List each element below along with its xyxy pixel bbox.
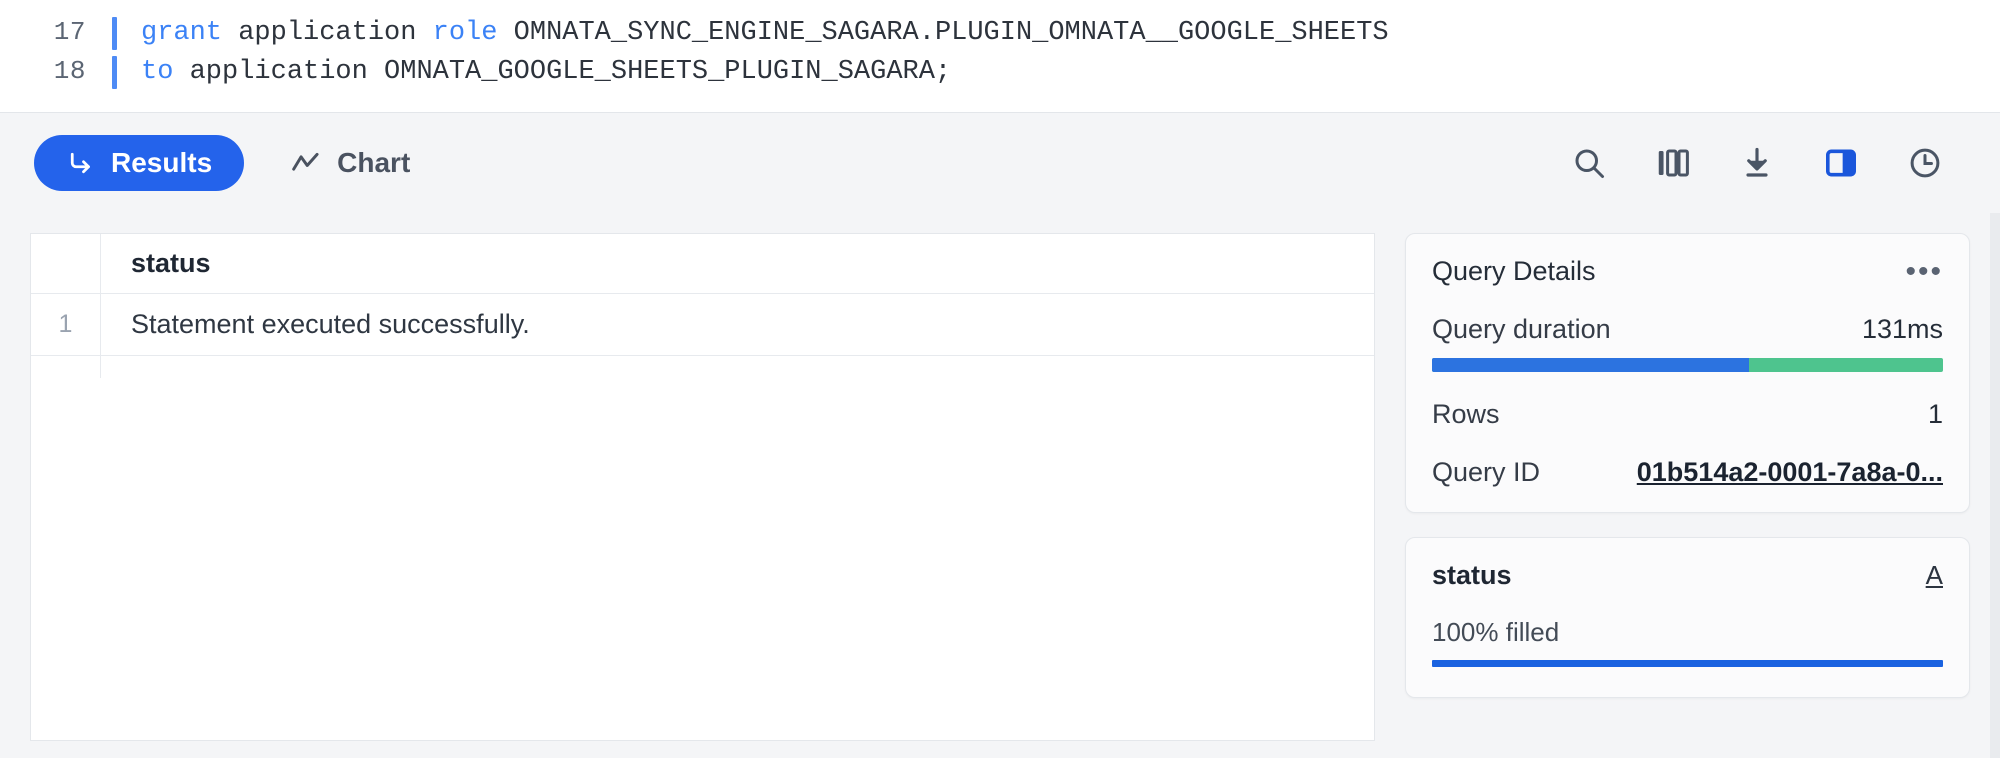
results-sidebar: Query Details ••• Query duration 131ms R… bbox=[1405, 213, 1970, 698]
bottom-spacer bbox=[0, 758, 2000, 781]
table-empty-row bbox=[31, 356, 1374, 378]
code-line-text[interactable]: to application OMNATA_GOOGLE_SHEETS_PLUG… bbox=[117, 53, 951, 92]
chart-line-icon bbox=[290, 148, 322, 178]
tab-results[interactable]: Results bbox=[34, 135, 245, 191]
ellipsis-icon[interactable]: ••• bbox=[1905, 256, 1943, 286]
search-icon[interactable] bbox=[1566, 140, 1612, 186]
query-id-row: Query ID 01b514a2-0001-7a8a-0... bbox=[1432, 457, 1943, 488]
query-duration-row: Query duration 131ms bbox=[1432, 314, 1943, 345]
row-number: 1 bbox=[31, 294, 101, 355]
code-line[interactable]: 18 to application OMNATA_GOOGLE_SHEETS_P… bbox=[0, 53, 2000, 92]
query-id-label: Query ID bbox=[1432, 457, 1541, 487]
tab-results-label: Results bbox=[111, 147, 213, 178]
table-row[interactable]: 1 Statement executed successfully. bbox=[31, 294, 1374, 356]
results-table: status 1 Statement executed successfully… bbox=[30, 233, 1375, 741]
sql-identifier: OMNATA_SYNC_ENGINE_SAGARA.PLUGIN_OMNATA_… bbox=[513, 18, 1389, 48]
query-details-header: Query Details ••• bbox=[1432, 256, 1943, 287]
code-line-text[interactable]: grant application role OMNATA_SYNC_ENGIN… bbox=[117, 14, 1389, 53]
toolbar-icon-group bbox=[1566, 140, 1948, 186]
column-stats-header: status A bbox=[1432, 560, 1943, 591]
rows-value: 1 bbox=[1927, 399, 1943, 429]
table-header-row: status bbox=[31, 234, 1374, 294]
results-body: status 1 Statement executed successfully… bbox=[0, 213, 2000, 758]
column-stats-panel: status A 100% filled bbox=[1405, 537, 1970, 698]
code-line[interactable]: 17 grant application role OMNATA_SYNC_EN… bbox=[0, 14, 2000, 53]
row-number-header bbox=[31, 234, 101, 293]
column-fill-text: 100% filled bbox=[1432, 617, 1560, 647]
sql-keyword: grant bbox=[141, 18, 239, 48]
query-id-link[interactable]: 01b514a2-0001-7a8a-0... bbox=[1637, 457, 1943, 488]
rows-label: Rows bbox=[1432, 399, 1500, 429]
vertical-scrollbar[interactable] bbox=[1990, 213, 2000, 758]
column-stats-name: status bbox=[1432, 560, 1512, 590]
column-header-status[interactable]: status bbox=[101, 234, 1374, 293]
rows-row: Rows 1 bbox=[1432, 399, 1943, 430]
row-number-empty bbox=[31, 356, 101, 378]
column-type-badge[interactable]: A bbox=[1926, 560, 1943, 591]
arrow-turn-down-right-icon bbox=[66, 148, 96, 178]
download-icon[interactable] bbox=[1734, 140, 1780, 186]
query-details-title: Query Details bbox=[1432, 256, 1596, 286]
query-results-screen: 17 grant application role OMNATA_SYNC_EN… bbox=[0, 0, 2000, 781]
column-fill-bar bbox=[1432, 660, 1943, 667]
tab-chart[interactable]: Chart bbox=[258, 135, 442, 191]
sql-editor[interactable]: 17 grant application role OMNATA_SYNC_EN… bbox=[0, 0, 2000, 113]
results-tabs: Results Chart bbox=[34, 135, 442, 191]
tab-chart-label: Chart bbox=[337, 147, 411, 178]
sql-keyword: role bbox=[432, 18, 514, 48]
cell-status[interactable]: Statement executed successfully. bbox=[101, 294, 1374, 355]
results-toolbar: Results Chart bbox=[0, 113, 2000, 213]
query-details-panel: Query Details ••• Query duration 131ms R… bbox=[1405, 233, 1970, 513]
sql-identifier: application OMNATA_GOOGLE_SHEETS_PLUGIN_… bbox=[189, 57, 952, 87]
cell-empty bbox=[101, 356, 1374, 378]
query-duration-bar-fill bbox=[1432, 358, 1749, 372]
line-number: 17 bbox=[53, 17, 86, 47]
history-clock-icon[interactable] bbox=[1902, 140, 1948, 186]
sql-keyword: to bbox=[141, 57, 190, 87]
query-duration-label: Query duration bbox=[1432, 314, 1611, 344]
query-duration-value: 131ms bbox=[1861, 314, 1943, 344]
split-panel-icon[interactable] bbox=[1818, 140, 1864, 186]
columns-icon[interactable] bbox=[1650, 140, 1696, 186]
sql-text: application bbox=[238, 18, 433, 48]
line-number: 18 bbox=[53, 56, 86, 86]
query-duration-bar bbox=[1432, 358, 1943, 372]
